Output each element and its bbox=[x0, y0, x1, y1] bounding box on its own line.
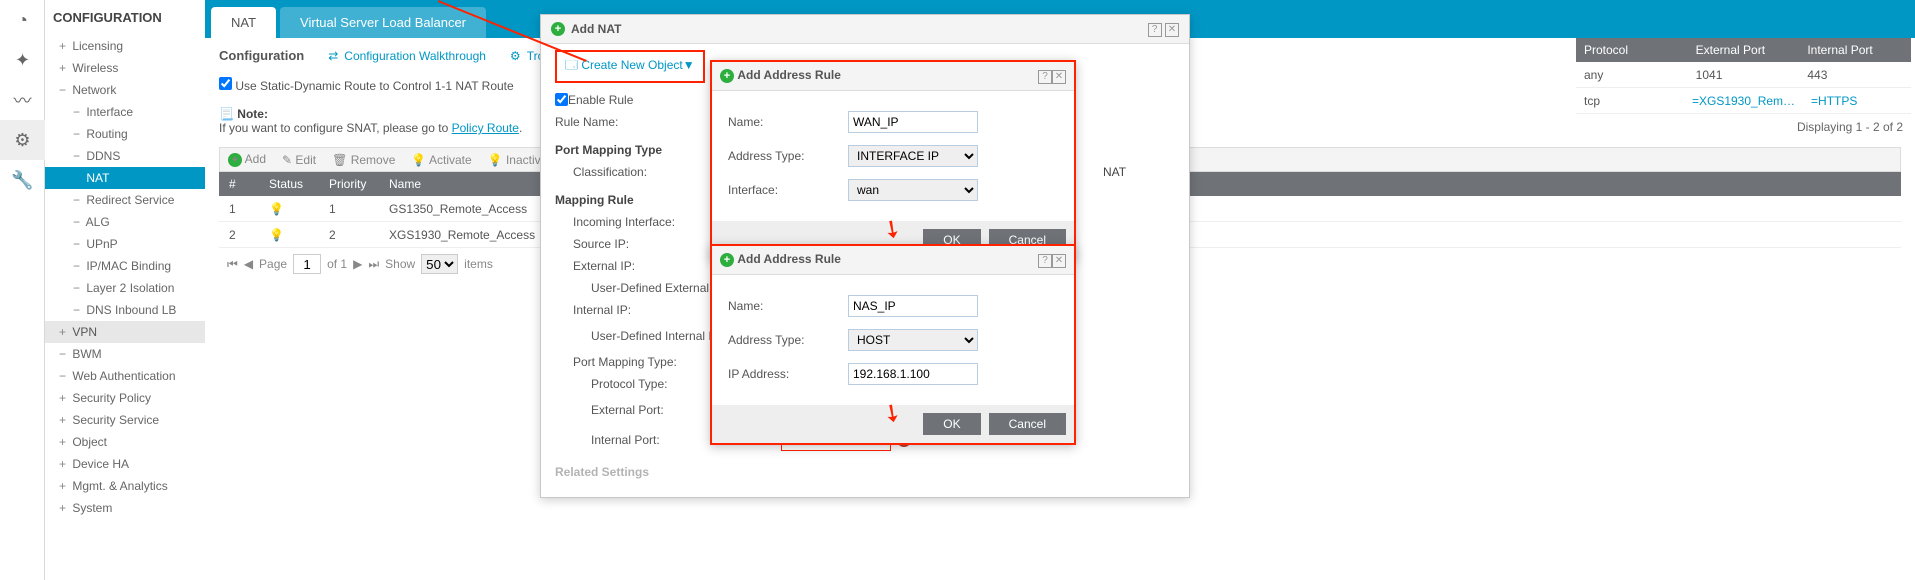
pager-first-icon[interactable]: ⏮ bbox=[227, 257, 238, 272]
address-type-select[interactable]: HOST bbox=[848, 329, 978, 351]
edit-button[interactable]: ✎ Edit bbox=[282, 153, 316, 167]
plus-icon: + bbox=[551, 22, 565, 36]
ip-address-input[interactable] bbox=[848, 363, 978, 385]
remove-button[interactable]: 🗑 Remove bbox=[332, 153, 395, 167]
nav-title: CONFIGURATION bbox=[45, 0, 205, 35]
cancel-button[interactable]: Cancel bbox=[989, 413, 1066, 435]
add-address-rule-dialog-1: + Add Address Rule ?✕ Name: Address Type… bbox=[710, 60, 1076, 261]
pager-size-select[interactable]: 50 bbox=[421, 254, 458, 274]
tab-vslb[interactable]: Virtual Server Load Balancer bbox=[280, 7, 486, 38]
gear-icon: ⚙ bbox=[510, 49, 521, 63]
plus-icon: + bbox=[228, 153, 242, 167]
walkthrough-link[interactable]: ⇄ Configuration Walkthrough bbox=[328, 49, 486, 63]
enable-rule-checkbox[interactable] bbox=[555, 93, 568, 106]
close-icon[interactable]: ✕ bbox=[1052, 254, 1066, 268]
nav-item-system[interactable]: + System bbox=[45, 497, 205, 519]
walkthrough-icon: ⇄ bbox=[328, 49, 338, 63]
note-title: Note: bbox=[237, 107, 268, 121]
help-icon[interactable]: ? bbox=[1148, 23, 1162, 37]
nav-item-bwm[interactable]: − BWM bbox=[45, 343, 205, 365]
close-icon[interactable]: ✕ bbox=[1165, 23, 1179, 37]
nav-item-alg[interactable]: − ALG bbox=[45, 211, 205, 233]
name-input[interactable] bbox=[848, 111, 978, 133]
nav-item-vpn[interactable]: + VPN bbox=[45, 321, 205, 343]
nav-item-web-authentication[interactable]: − Web Authentication bbox=[45, 365, 205, 387]
nav-item-dns-inbound-lb[interactable]: − DNS Inbound LB bbox=[45, 299, 205, 321]
icon-rail: ◔ ✦ 〰 ⚙ 🔧 bbox=[0, 0, 45, 580]
nav-item-security-policy[interactable]: + Security Policy bbox=[45, 387, 205, 409]
add-nat-title-bar: + Add NAT ? ✕ bbox=[541, 15, 1189, 44]
static-dynamic-label: Use Static-Dynamic Route to Control 1-1 … bbox=[235, 79, 513, 93]
nav-item-object[interactable]: + Object bbox=[45, 431, 205, 453]
nav-item-upnp[interactable]: − UPnP bbox=[45, 233, 205, 255]
interface-select[interactable]: wan bbox=[848, 179, 978, 201]
plus-icon: + bbox=[720, 69, 734, 83]
nav-item-mgmt-analytics[interactable]: + Mgmt. & Analytics bbox=[45, 475, 205, 497]
nav-item-redirect-service[interactable]: − Redirect Service bbox=[45, 189, 205, 211]
monitor-icon[interactable]: 〰 bbox=[0, 80, 45, 120]
policy-route-link[interactable]: Policy Route bbox=[452, 121, 519, 135]
nav-item-routing[interactable]: − Routing bbox=[45, 123, 205, 145]
nav-item-wireless[interactable]: + Wireless bbox=[45, 57, 205, 79]
close-icon[interactable]: ✕ bbox=[1052, 70, 1066, 84]
pager-last-icon[interactable]: ⏭ bbox=[368, 257, 379, 272]
right-grid: Protocol External Port Internal Port any… bbox=[1576, 38, 1911, 140]
ok-button[interactable]: OK bbox=[923, 413, 980, 435]
pager-page-input[interactable] bbox=[293, 254, 321, 274]
dashboard-icon[interactable]: ◔ bbox=[0, 0, 45, 40]
wizard-icon[interactable]: ✦ bbox=[0, 40, 45, 80]
nav-item-device-ha[interactable]: + Device HA bbox=[45, 453, 205, 475]
config-icon[interactable]: ⚙ bbox=[0, 120, 45, 160]
maintenance-icon[interactable]: 🔧 bbox=[0, 160, 45, 200]
dialog-title: Add Address Rule bbox=[737, 252, 841, 266]
name-input[interactable] bbox=[848, 295, 978, 317]
nav-item-network[interactable]: − Network bbox=[45, 79, 205, 101]
nav-item-ip-mac-binding[interactable]: − IP/MAC Binding bbox=[45, 255, 205, 277]
address-type-select[interactable]: INTERFACE IP bbox=[848, 145, 978, 167]
plus-icon: + bbox=[720, 253, 734, 267]
create-new-object-button[interactable]: 🗔 Create New Object▼ bbox=[555, 50, 705, 83]
help-icon[interactable]: ? bbox=[1038, 70, 1052, 84]
add-address-rule-dialog-2: + Add Address Rule ?✕ Name: Address Type… bbox=[710, 244, 1076, 445]
pager-prev-icon[interactable]: ◀ bbox=[244, 257, 253, 271]
dialog-title: Add Address Rule bbox=[737, 68, 841, 82]
nav-item-licensing[interactable]: + Licensing bbox=[45, 35, 205, 57]
table-row[interactable]: tcp=XGS1930_Rem…=HTTPS bbox=[1576, 88, 1911, 114]
page-title: Configuration bbox=[219, 48, 304, 63]
nav-panel: CONFIGURATION + Licensing+ Wireless− Net… bbox=[45, 0, 205, 580]
activate-button[interactable]: 💡 Activate bbox=[411, 153, 471, 167]
help-icon[interactable]: ? bbox=[1038, 254, 1052, 268]
tab-nat[interactable]: NAT bbox=[211, 7, 276, 38]
static-dynamic-checkbox[interactable] bbox=[219, 77, 232, 90]
note-text: If you want to configure SNAT, please go… bbox=[219, 121, 452, 135]
nav-item-layer-2-isolation[interactable]: − Layer 2 Isolation bbox=[45, 277, 205, 299]
add-nat-title: Add NAT bbox=[571, 22, 621, 36]
display-count: Displaying 1 - 2 of 2 bbox=[1576, 114, 1911, 140]
nav-item-security-service[interactable]: + Security Service bbox=[45, 409, 205, 431]
add-button[interactable]: + Add bbox=[228, 152, 266, 167]
nav-item-interface[interactable]: − Interface bbox=[45, 101, 205, 123]
nav-item-ddns[interactable]: − DDNS bbox=[45, 145, 205, 167]
table-row[interactable]: any1041443 bbox=[1576, 62, 1911, 88]
nav-item-nat[interactable]: NAT bbox=[45, 167, 205, 189]
pager-next-icon[interactable]: ▶ bbox=[353, 257, 362, 271]
